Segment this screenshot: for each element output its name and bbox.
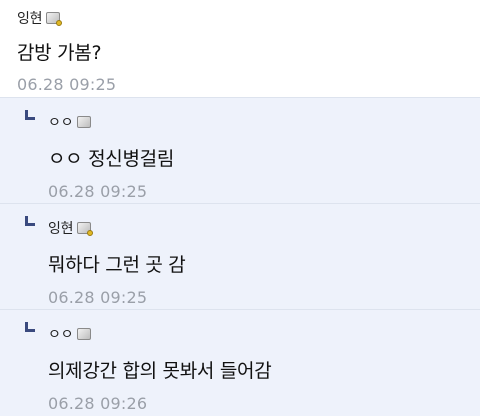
reply-content: ㅇㅇ 정신병걸림 — [48, 148, 175, 170]
comment-content: 감방 가봄? — [17, 42, 102, 64]
comment-thread: 잉현 감방 가봄? 06.28 09:25 ㅇㅇ ㅇㅇ 정신병걸림 06.28 … — [0, 0, 480, 416]
reply-arrow-icon — [25, 110, 35, 120]
reply-arrow-icon — [25, 216, 35, 226]
nickname-badge-icon — [46, 12, 63, 26]
reply-content: 의제강간 합의 못봐서 들어감 — [48, 360, 272, 382]
reply-item: ㅇㅇ ㅇㅇ 정신병걸림 06.28 09:25 — [0, 98, 480, 204]
reply-date: 06.28 09:25 — [48, 288, 148, 307]
reply-author-line: ㅇㅇ — [48, 110, 480, 134]
comment-item: 잉현 감방 가봄? 06.28 09:25 — [0, 0, 480, 98]
reply-date: 06.28 09:25 — [48, 182, 148, 201]
reply-item: ㅇㅇ 의제강간 합의 못봐서 들어감 06.28 09:26 — [0, 310, 480, 416]
comment-date: 06.28 09:25 — [17, 75, 117, 94]
reply-author[interactable]: ㅇㅇ — [48, 112, 74, 132]
reply-author-line: ㅇㅇ — [48, 322, 480, 346]
reply-author[interactable]: ㅇㅇ — [48, 324, 74, 344]
reply-item: 잉현 뭐하다 그런 곳 감 06.28 09:25 — [0, 204, 480, 310]
comment-author-line: 잉현 — [17, 6, 480, 30]
reply-author-line: 잉현 — [48, 216, 480, 240]
reply-author[interactable]: 잉현 — [48, 218, 74, 238]
nickname-badge-icon — [77, 222, 94, 236]
reply-arrow-icon — [25, 322, 35, 332]
guest-badge-icon — [77, 116, 92, 128]
comment-author[interactable]: 잉현 — [17, 8, 43, 28]
reply-content: 뭐하다 그런 곳 감 — [48, 254, 186, 276]
guest-badge-icon — [77, 328, 92, 340]
reply-date: 06.28 09:26 — [48, 394, 148, 413]
